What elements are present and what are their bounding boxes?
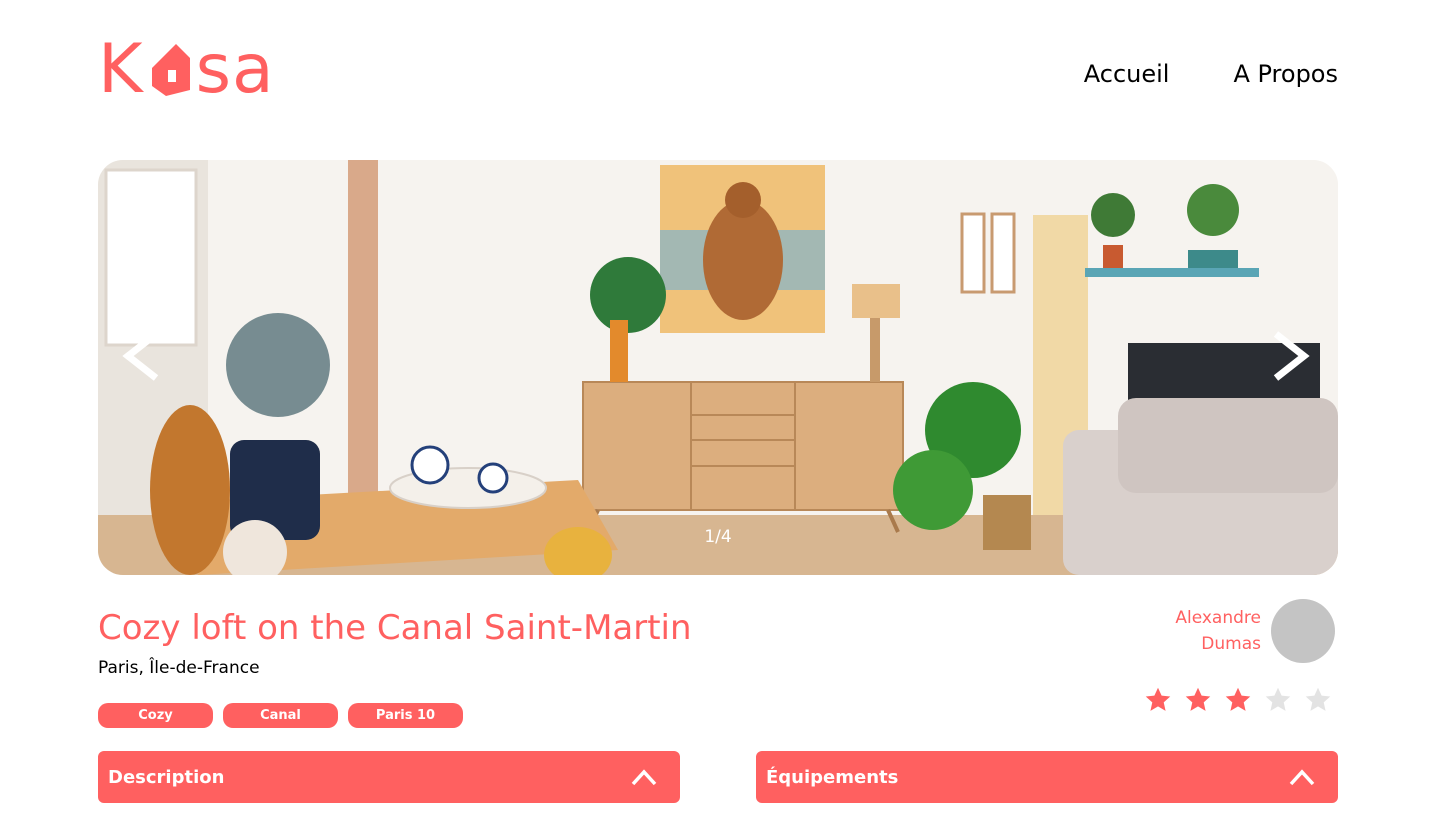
star-filled-icon [1185,687,1211,711]
logo-letter-k: K [98,30,144,109]
avatar [1271,599,1335,663]
host-last-name: Dumas [1201,634,1261,654]
photo-counter: 1/4 [704,527,732,547]
nav-link-a-propos[interactable]: A Propos [1233,60,1338,88]
tag-list: Cozy Canal Paris 10 [98,703,463,728]
main-nav: Accueil A Propos [1084,60,1338,88]
tag: Cozy [98,703,213,728]
host-name: Alexandre Dumas [1141,605,1261,657]
description-collapse[interactable]: Description [98,751,680,803]
nav-link-accueil[interactable]: Accueil [1084,60,1170,88]
star-filled-icon [1225,687,1251,711]
tag: Canal [223,703,338,728]
chevron-up-icon[interactable] [630,767,658,787]
star-filled-icon [1145,687,1171,711]
star-empty-icon [1265,687,1291,711]
logo-letters-sa: sa [195,30,275,109]
photo-carousel [98,160,1338,575]
collapse-title-equipements: Équipements [766,766,899,788]
chevron-right-icon[interactable] [1264,330,1316,382]
apartment-photo [98,160,1338,575]
star-rating [1144,686,1332,714]
listing-title: Cozy loft on the Canal Saint-Martin [98,608,692,648]
host-first-name: Alexandre [1175,608,1261,628]
star-empty-icon [1305,687,1331,711]
tag: Paris 10 [348,703,463,728]
chevron-left-icon[interactable] [116,330,168,382]
chevron-up-icon[interactable] [1288,767,1316,787]
kasa-logo[interactable]: K sa [98,36,275,104]
host-card: Alexandre Dumas [1141,599,1335,663]
listing-location: Paris, Île-de-France [98,658,260,678]
house-logo-icon [151,44,190,96]
equipements-collapse[interactable]: Équipements [756,751,1338,803]
collapse-title-description: Description [108,766,225,788]
